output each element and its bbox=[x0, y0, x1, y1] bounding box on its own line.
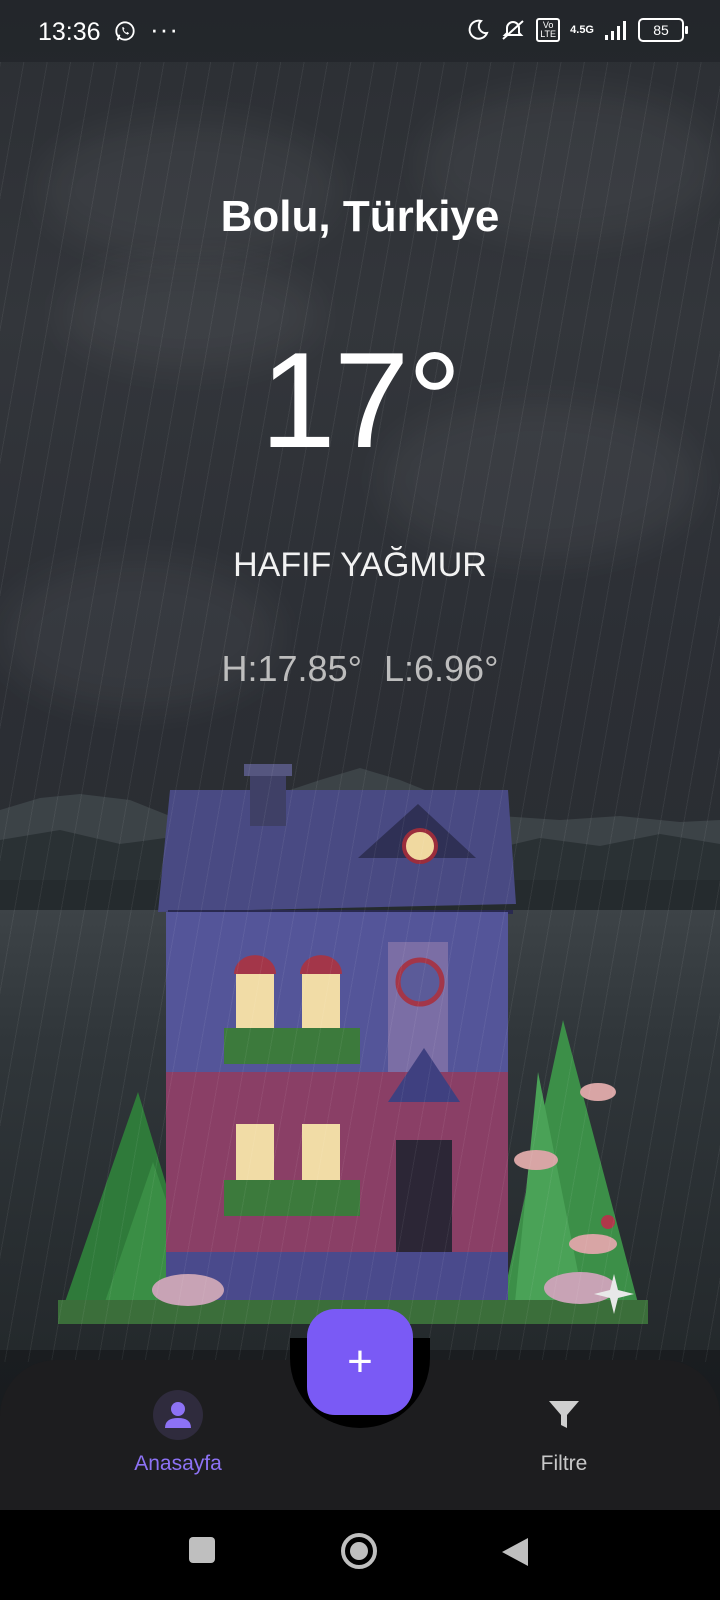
high-temperature: H:17.85° bbox=[221, 648, 362, 689]
high-low-temps: H:17.85° L:6.96° bbox=[0, 648, 720, 690]
city-name: Bolu, Türkiye bbox=[220, 192, 500, 241]
house-illustration bbox=[58, 764, 648, 1324]
status-icons: Vo LTE 4.5G 85 bbox=[466, 18, 688, 42]
signal-icon bbox=[605, 21, 626, 40]
triangle-back-icon[interactable] bbox=[500, 1536, 530, 1568]
funnel-icon-container bbox=[539, 1390, 589, 1440]
current-temperature: 17° bbox=[260, 324, 462, 476]
volte-icon: Vo LTE bbox=[536, 18, 561, 42]
person-icon-container bbox=[153, 1390, 203, 1440]
more-notifications-icon: ··· bbox=[150, 14, 179, 44]
nav-item-filter[interactable]: Filtre bbox=[474, 1390, 654, 1476]
funnel-icon bbox=[549, 1401, 579, 1428]
status-time: 13:36 bbox=[38, 18, 101, 46]
nav-label-home: Anasayfa bbox=[134, 1452, 222, 1475]
status-bar: 13:36 ··· Vo LTE 4.5G 85 bbox=[0, 0, 720, 62]
battery-icon: 85 bbox=[638, 18, 688, 42]
moon-icon bbox=[468, 19, 489, 40]
mute-icon bbox=[502, 20, 524, 40]
network-type: 4.5G bbox=[570, 24, 594, 36]
weather-condition: HAFIF YAĞMUR bbox=[233, 546, 487, 584]
whatsapp-icon bbox=[115, 21, 135, 41]
low-temperature: L:6.96° bbox=[383, 648, 499, 689]
person-icon bbox=[165, 1402, 191, 1428]
circle-icon[interactable] bbox=[340, 1532, 378, 1570]
nav-label-filter: Filtre bbox=[540, 1452, 588, 1475]
add-button[interactable]: + bbox=[307, 1309, 413, 1415]
nav-item-home[interactable]: Anasayfa bbox=[88, 1390, 268, 1476]
weather-screen: 13:36 ··· Vo LTE 4.5G 85 Bolu, Türkiye 1… bbox=[0, 0, 720, 1600]
system-navigation-bar bbox=[0, 1510, 720, 1600]
plus-icon: + bbox=[347, 1337, 373, 1386]
square-icon[interactable] bbox=[188, 1536, 216, 1564]
